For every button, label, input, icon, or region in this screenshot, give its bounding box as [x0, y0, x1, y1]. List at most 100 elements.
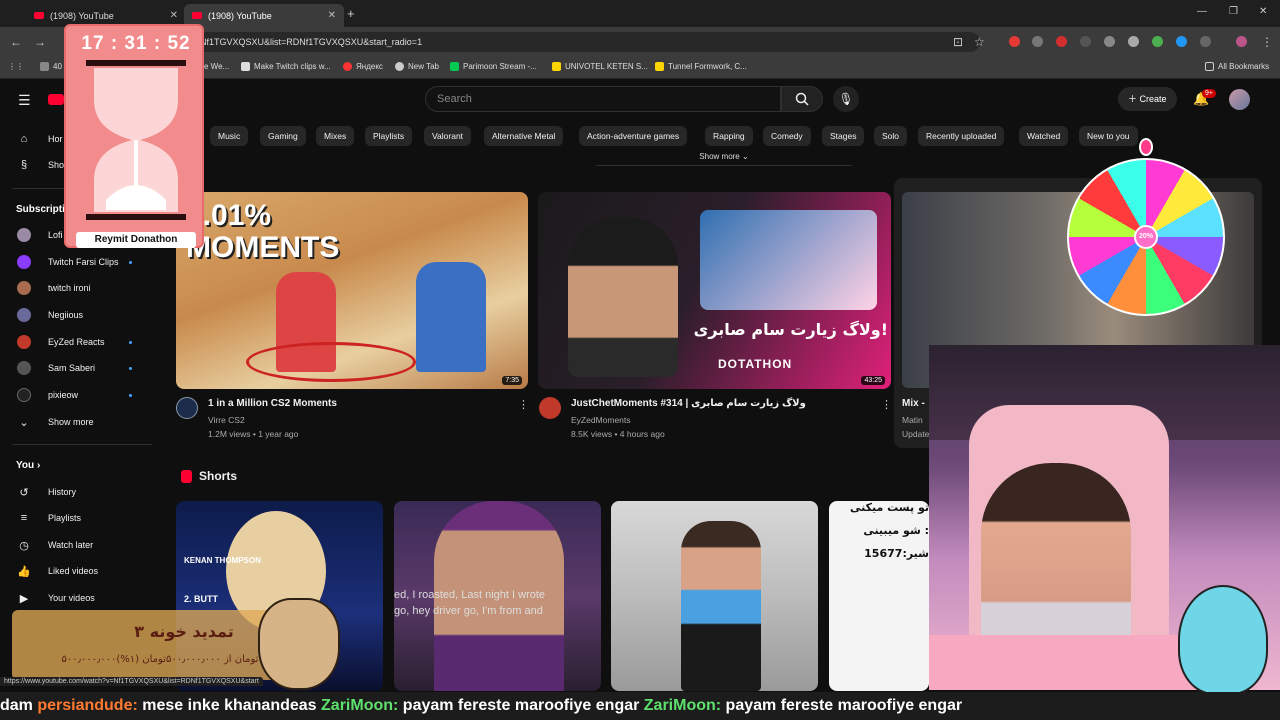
show-more-button[interactable]: ⌄ Show more: [0, 409, 155, 435]
chip-action-adventure[interactable]: Action-adventure games: [579, 126, 688, 146]
more-menu-icon[interactable]: ⋮: [1261, 35, 1273, 49]
channel-avatar[interactable]: [539, 397, 561, 419]
subscription-item[interactable]: Twitch Farsi Clips: [0, 249, 155, 275]
video-thumbnail[interactable]: 0.01% MOMENTS 7:35: [176, 192, 528, 389]
chip-alternative-metal[interactable]: Alternative Metal: [484, 126, 564, 146]
extension-icon[interactable]: [1080, 36, 1091, 47]
timer-label: Reymit Donathon: [76, 232, 196, 248]
subscription-item[interactable]: Sam Saberi: [0, 355, 155, 381]
sidebar-item-label: Sho: [48, 160, 65, 170]
bookmark-item[interactable]: 40: [40, 62, 62, 71]
show-more-chips-button[interactable]: Show more ⌄: [596, 152, 852, 166]
subscription-item[interactable]: pixieow: [0, 382, 155, 408]
bookmark-item[interactable]: New Tab: [395, 62, 439, 71]
minimize-icon[interactable]: —: [1197, 6, 1207, 17]
chip-new-to-you[interactable]: New to you: [1079, 126, 1138, 146]
channel-name[interactable]: Matin: [902, 415, 923, 425]
bookmark-item[interactable]: Parimoon Stream -...: [450, 62, 537, 71]
sidebar-item-liked[interactable]: 👍 Liked videos: [0, 558, 155, 584]
sidebar-item-label: Your videos: [48, 593, 95, 603]
channel-name[interactable]: Virre CS2: [208, 415, 245, 425]
extension-icon[interactable]: [1176, 36, 1187, 47]
puzzle-icon[interactable]: [1200, 36, 1211, 47]
bookmark-star-icon[interactable]: ☆: [974, 35, 985, 49]
youtube-logo[interactable]: [48, 94, 64, 105]
bookmark-item[interactable]: Make Twitch clips w...: [241, 62, 331, 71]
sidebar-item-your-videos[interactable]: ▶ Your videos: [0, 585, 155, 611]
short-card[interactable]: [611, 501, 818, 691]
new-tab-icon[interactable]: +: [347, 6, 355, 21]
thumbnail-figure: [681, 521, 761, 691]
extension-icon[interactable]: [1032, 36, 1043, 47]
bookmark-item[interactable]: UNIVOTEL KETEN S...: [552, 62, 648, 71]
video-title[interactable]: 1 in a Million CS2 Moments: [208, 398, 337, 409]
chip-stages[interactable]: Stages: [822, 126, 865, 146]
extension-icon[interactable]: [1104, 36, 1115, 47]
create-button[interactable]: ＋ Create: [1118, 87, 1177, 111]
restore-icon[interactable]: ❐: [1229, 6, 1238, 17]
you-header[interactable]: You ›: [16, 460, 40, 471]
chip-solo[interactable]: Solo: [874, 126, 908, 146]
all-bookmarks-button[interactable]: All Bookmarks: [1205, 62, 1269, 71]
search-input[interactable]: Search: [425, 86, 781, 112]
video-title[interactable]: Mix -: [902, 398, 925, 409]
install-icon[interactable]: ⊡: [953, 35, 963, 49]
subscription-item[interactable]: Negiious: [0, 302, 155, 328]
url-field[interactable]: Nf1TGVXQSXU&list=RDNf1TGVXQSXU&start_rad…: [190, 32, 980, 52]
chip-mixes[interactable]: Mixes: [316, 126, 355, 146]
shield-icon[interactable]: [1128, 36, 1139, 47]
menu-icon[interactable]: ☰: [18, 92, 31, 109]
extension-icon[interactable]: [1009, 36, 1020, 47]
donation-goal-title: تمدید خونه ۳: [134, 622, 234, 641]
extension-icon[interactable]: [1056, 36, 1067, 47]
close-tab-icon[interactable]: ✕: [170, 10, 178, 21]
globe-icon: [395, 62, 404, 71]
chip-watched[interactable]: Watched: [1019, 126, 1069, 146]
subscriptions-header[interactable]: Subscripti: [16, 204, 65, 215]
close-tab-icon[interactable]: ✕: [328, 10, 336, 21]
new-content-dot: [129, 393, 132, 397]
chip-valorant[interactable]: Valorant: [424, 126, 472, 146]
back-icon[interactable]: ←: [10, 35, 22, 49]
chip-rapping[interactable]: Rapping: [705, 126, 753, 146]
more-options-icon[interactable]: ⋮: [518, 398, 529, 411]
chip-music[interactable]: Music: [210, 126, 249, 146]
subscription-item[interactable]: twitch ironi: [0, 275, 155, 301]
extension-icon[interactable]: [1152, 36, 1163, 47]
new-content-dot: [129, 340, 132, 344]
shorts-icon: [181, 469, 192, 483]
forward-icon[interactable]: →: [34, 35, 46, 49]
chip-recently-uploaded[interactable]: Recently uploaded: [918, 126, 1005, 146]
bookmark-item[interactable]: Яндекс: [343, 62, 383, 71]
thumbnail-text: ولاگ زیارت سام صابری!: [693, 320, 888, 339]
short-text: شو میبینی :: [863, 524, 929, 537]
close-window-icon[interactable]: ✕: [1259, 6, 1267, 17]
video-thumbnail[interactable]: ولاگ زیارت سام صابری! DOTATHON 43:25: [538, 192, 891, 389]
status-bar-url: https://www.youtube.com/watch?v=Nf1TGVXQ…: [0, 677, 263, 686]
chip-comedy[interactable]: Comedy: [763, 126, 811, 146]
short-card[interactable]: تو پست میکنی شو میبینی : شیر:15677: [829, 501, 929, 691]
more-options-icon[interactable]: ⋮: [881, 398, 892, 411]
chip-playlists[interactable]: Playlists: [365, 126, 413, 146]
chip-gaming[interactable]: Gaming: [260, 126, 306, 146]
browser-tab-active[interactable]: (1908) YouTube ✕: [184, 4, 344, 27]
bookmark-favicon-icon: [450, 62, 459, 71]
apps-grid-icon[interactable]: ⋮⋮: [8, 62, 24, 71]
account-avatar[interactable]: [1229, 89, 1250, 110]
video-title[interactable]: JustChetMoments #314 | ولاگ زیارت سام صا…: [571, 398, 806, 409]
sidebar-item-playlists[interactable]: ≡ Playlists: [0, 505, 155, 531]
subscription-label: twitch ironi: [48, 283, 91, 293]
voice-search-button[interactable]: 🎙: [833, 86, 859, 112]
bookmark-item[interactable]: e We...: [204, 62, 229, 71]
ticker-user: ZariMoon:: [643, 697, 722, 714]
channel-name[interactable]: EyZedMoments: [571, 415, 631, 425]
channel-avatar[interactable]: [176, 397, 198, 419]
search-button[interactable]: [781, 86, 823, 112]
bookmark-item[interactable]: Tunnel Formwork, C...: [655, 62, 747, 71]
sidebar-item-watch-later[interactable]: ◷ Watch later: [0, 532, 155, 558]
short-card[interactable]: ed, I roasted, Last night I wrote go, he…: [394, 501, 601, 691]
subscription-item[interactable]: EyZed Reacts: [0, 329, 155, 355]
profile-avatar[interactable]: [1236, 36, 1247, 47]
sidebar-item-history[interactable]: ↺ History: [0, 479, 155, 505]
short-text: ed, I roasted, Last night I wrote: [394, 589, 546, 601]
